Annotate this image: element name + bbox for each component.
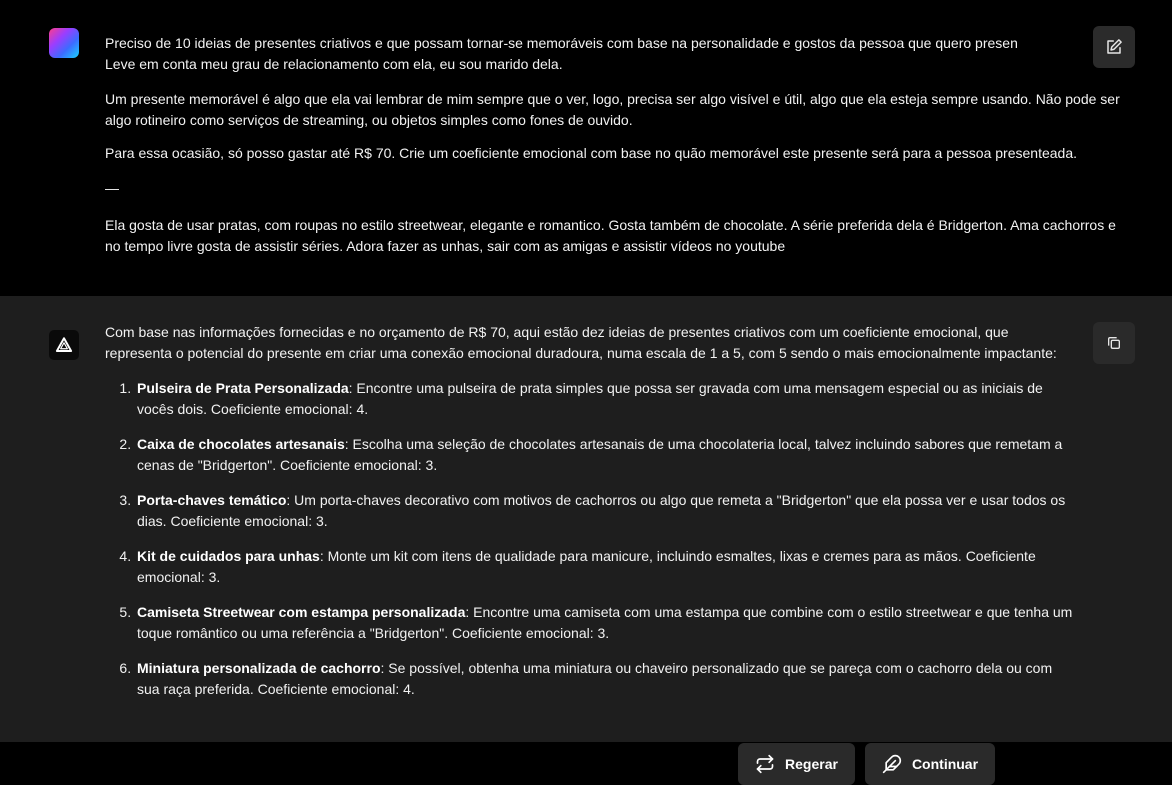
idea-title: Porta-chaves temático xyxy=(137,492,287,508)
user-paragraph-1-line-1: Preciso de 10 ideias de presentes criati… xyxy=(105,35,1018,51)
triangle-logo-icon xyxy=(55,337,73,352)
list-item: Porta-chaves temático: Um porta-chaves d… xyxy=(135,490,1075,532)
edit-icon xyxy=(1107,39,1122,54)
user-separator: — xyxy=(105,180,119,196)
regenerate-label: Regerar xyxy=(785,755,838,772)
regenerate-icon xyxy=(756,754,774,774)
list-item: Kit de cuidados para unhas: Monte um kit… xyxy=(135,546,1075,588)
list-item: Pulseira de Prata Personalizada: Encontr… xyxy=(135,378,1075,420)
copy-icon xyxy=(1108,337,1120,349)
edit-button[interactable] xyxy=(1093,26,1135,68)
assistant-message-text: Com base nas informações fornecidas e no… xyxy=(105,322,1075,714)
idea-title: Camiseta Streetwear com estampa personal… xyxy=(137,604,466,620)
regenerate-button[interactable]: Regerar xyxy=(738,743,855,785)
user-paragraph-1-line-2: Leve em conta meu grau de relacionamento… xyxy=(105,56,563,72)
copy-button[interactable] xyxy=(1093,322,1135,364)
continue-button[interactable]: Continuar xyxy=(865,743,995,785)
assistant-avatar xyxy=(49,330,79,360)
bottom-bar xyxy=(0,742,1172,784)
assistant-intro: Com base nas informações fornecidas e no… xyxy=(105,324,1057,361)
continue-label: Continuar xyxy=(911,755,979,772)
user-paragraph-2: Um presente memorável é algo que ela vai… xyxy=(105,91,1120,128)
idea-title: Caixa de chocolates artesanais xyxy=(137,436,345,452)
user-paragraph-4: Ela gosta de usar pratas, com roupas no … xyxy=(105,217,1116,254)
list-item: Miniatura personalizada de cachorro: Se … xyxy=(135,658,1075,700)
feather-icon xyxy=(882,754,902,774)
list-item: Camiseta Streetwear com estampa personal… xyxy=(135,602,1075,644)
user-paragraph-1: Preciso de 10 ideias de presentes criati… xyxy=(105,33,1135,75)
user-avatar xyxy=(49,28,79,58)
idea-title: Pulseira de Prata Personalizada xyxy=(137,380,349,396)
idea-title: Kit de cuidados para unhas xyxy=(137,548,320,564)
ideas-list: Pulseira de Prata Personalizada: Encontr… xyxy=(105,378,1075,700)
list-item: Caixa de chocolates artesanais: Escolha … xyxy=(135,434,1075,476)
user-message-text: Preciso de 10 ideias de presentes criati… xyxy=(105,33,1135,269)
user-paragraph-3: Para essa ocasião, só posso gastar até R… xyxy=(105,145,1078,161)
idea-title: Miniatura personalizada de cachorro xyxy=(137,660,381,676)
